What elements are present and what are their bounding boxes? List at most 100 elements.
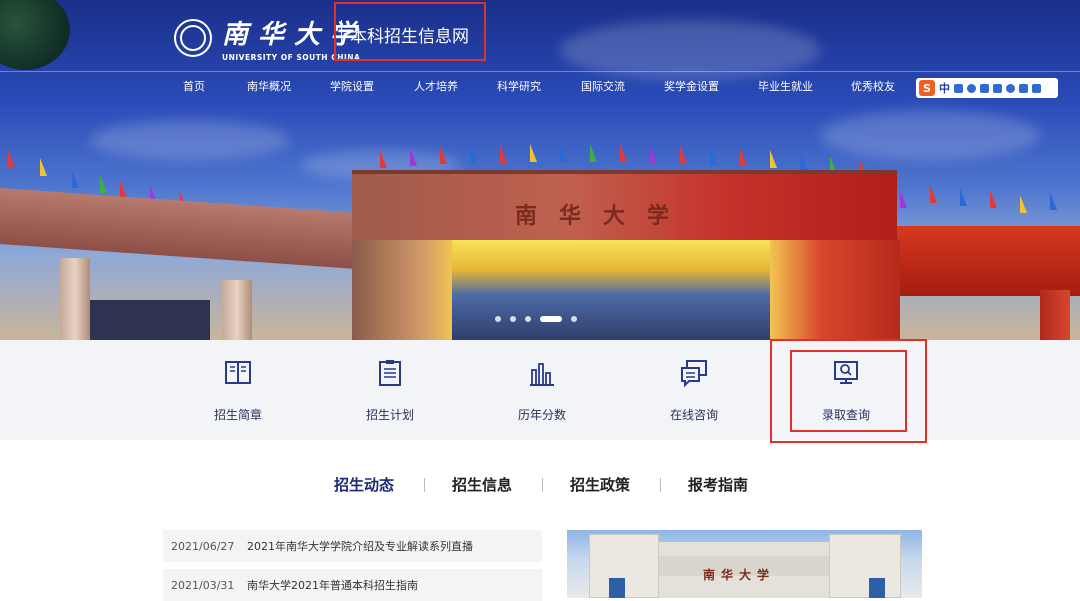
- tab-divider: [660, 478, 661, 492]
- book-icon: [225, 361, 251, 384]
- news-date: 2021/06/27: [171, 539, 235, 553]
- gate-wall-right: [880, 226, 1080, 296]
- gate-leg-right: [770, 240, 900, 340]
- user-icon[interactable]: [1006, 83, 1015, 93]
- ime-toolbar[interactable]: S 中: [916, 78, 1058, 98]
- hero-banner[interactable]: 南华大学 南华大学 UNIVERSITY OF SOUTH CHINA 本科招生…: [0, 0, 1080, 340]
- annotation-box-inner: [790, 350, 907, 432]
- news-date: 2021/03/31: [171, 578, 235, 592]
- flag: [680, 146, 687, 164]
- nav-item-colleges[interactable]: 学院设置: [330, 78, 374, 94]
- flag: [470, 145, 477, 163]
- flag: [800, 152, 807, 170]
- annotation-box-title: [334, 2, 486, 61]
- quick-link-scores[interactable]: 历年分数: [482, 358, 602, 423]
- cloud: [820, 110, 1040, 160]
- flag: [620, 144, 627, 162]
- flag: [1020, 195, 1027, 213]
- photo-window: [869, 578, 885, 598]
- emblem-icon: [174, 19, 212, 57]
- carousel-dot[interactable]: [525, 316, 531, 322]
- pillar: [222, 280, 252, 340]
- main-nav: 首页 南华概况 学院设置 人才培养 科学研究 国际交流 奖学金设置 毕业生就业 …: [0, 78, 900, 96]
- tab-admission-info[interactable]: 招生信息: [452, 474, 512, 495]
- gate-leg-left: [352, 240, 452, 340]
- tab-admission-news[interactable]: 招生动态: [334, 474, 394, 495]
- carousel-dot[interactable]: [510, 316, 516, 322]
- flag: [740, 148, 747, 166]
- news-title[interactable]: 南华大学2021年普通本科招生指南: [247, 577, 418, 593]
- quick-link-label: 招生计划: [365, 408, 414, 422]
- flag: [72, 170, 79, 188]
- flag: [40, 158, 47, 176]
- flag: [8, 150, 15, 168]
- flag: [560, 144, 567, 162]
- quick-link-plan[interactable]: 招生计划: [330, 358, 450, 423]
- nav-item-overview[interactable]: 南华概况: [247, 78, 291, 94]
- photo-window: [609, 578, 625, 598]
- pillar: [60, 258, 90, 340]
- tab-application-guide[interactable]: 报考指南: [688, 474, 748, 495]
- nav-item-research[interactable]: 科学研究: [497, 78, 541, 94]
- featured-photo[interactable]: 南华大学: [567, 530, 922, 598]
- keyboard-icon[interactable]: [993, 83, 1002, 93]
- photo-tower-right: [829, 534, 901, 598]
- quick-link-label: 招生简章: [213, 408, 262, 422]
- flag: [710, 147, 717, 165]
- news-title[interactable]: 2021年南华大学学院介绍及专业解读系列直播: [247, 538, 473, 554]
- flag: [590, 144, 597, 162]
- quick-link-label: 历年分数: [517, 408, 566, 422]
- flag: [1050, 192, 1057, 210]
- tab-divider: [542, 478, 543, 492]
- shirt-icon[interactable]: [1019, 83, 1028, 93]
- flag: [530, 144, 537, 162]
- gate-opening: [450, 240, 770, 340]
- carousel-dot[interactable]: [540, 316, 562, 322]
- flag: [770, 150, 777, 168]
- flag: [410, 148, 417, 166]
- emoji-icon[interactable]: [967, 83, 976, 93]
- chat-icon: [681, 360, 707, 388]
- bar-chart-icon: [530, 363, 554, 386]
- tab-admission-policy[interactable]: 招生政策: [570, 474, 630, 495]
- clipboard-icon: [379, 360, 401, 386]
- background-building: [90, 300, 210, 340]
- nav-divider: [0, 71, 1080, 72]
- quick-link-consult[interactable]: 在线咨询: [634, 358, 754, 423]
- sogou-logo-icon[interactable]: S: [919, 80, 935, 96]
- flag: [960, 188, 967, 206]
- flag: [120, 180, 127, 198]
- gate-inscription: 南华大学: [515, 203, 692, 229]
- flag: [500, 145, 507, 163]
- news-item[interactable]: 2021/06/27 2021年南华大学学院介绍及专业解读系列直播: [163, 530, 542, 562]
- photo-building-text: 南华大学: [703, 568, 776, 582]
- news-item[interactable]: 2021/03/31 南华大学2021年普通本科招生指南: [163, 569, 542, 601]
- carousel-dot[interactable]: [495, 316, 501, 322]
- gate-wall-left: [0, 188, 380, 271]
- tab-divider: [424, 478, 425, 492]
- flag: [990, 190, 997, 208]
- news-tabs: 招生动态 招生信息 招生政策 报考指南: [0, 474, 1080, 496]
- flag: [380, 150, 387, 168]
- carousel-dots: [495, 316, 577, 322]
- pillar: [1040, 290, 1070, 340]
- punctuation-icon[interactable]: [954, 83, 963, 93]
- flag: [930, 185, 937, 203]
- flag: [650, 146, 657, 164]
- cloud: [90, 120, 290, 160]
- grid-icon[interactable]: [1032, 83, 1041, 93]
- carousel-dot[interactable]: [571, 316, 577, 322]
- quick-link-brochure[interactable]: 招生简章: [178, 358, 298, 423]
- nav-item-home[interactable]: 首页: [183, 78, 205, 94]
- flag: [900, 190, 907, 208]
- nav-item-international[interactable]: 国际交流: [581, 78, 625, 94]
- nav-item-employment[interactable]: 毕业生就业: [758, 78, 813, 94]
- microphone-icon[interactable]: [980, 83, 989, 93]
- flag: [440, 146, 447, 164]
- nav-item-scholarship[interactable]: 奖学金设置: [664, 78, 719, 94]
- ime-mode-toggle[interactable]: 中: [939, 80, 950, 96]
- nav-item-training[interactable]: 人才培养: [414, 78, 458, 94]
- quick-link-label: 在线咨询: [669, 408, 718, 422]
- tree: [0, 0, 70, 70]
- nav-item-alumni[interactable]: 优秀校友: [851, 78, 895, 94]
